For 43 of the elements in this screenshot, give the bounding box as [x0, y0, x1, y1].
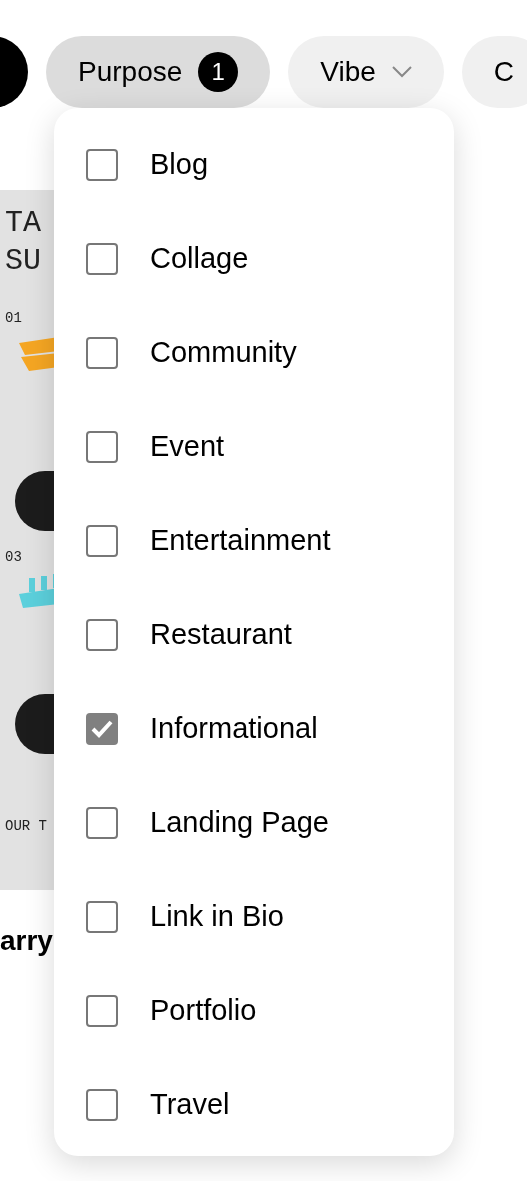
- checkbox[interactable]: [86, 1089, 118, 1121]
- option-label: Travel: [150, 1087, 230, 1123]
- checkbox[interactable]: [86, 243, 118, 275]
- menu-option[interactable]: Restaurant: [54, 588, 454, 682]
- checkbox[interactable]: [86, 525, 118, 557]
- menu-option[interactable]: Portfolio: [54, 964, 454, 1058]
- card-heading: TA: [5, 205, 42, 242]
- checkbox[interactable]: [86, 431, 118, 463]
- checkbox[interactable]: [86, 619, 118, 651]
- menu-option[interactable]: Community: [54, 306, 454, 400]
- caption: arry: [0, 924, 54, 958]
- filter-button[interactable]: Vibe: [288, 36, 444, 108]
- option-label: Community: [150, 335, 297, 371]
- menu-option[interactable]: Travel: [54, 1058, 454, 1152]
- filter-button[interactable]: Purpose 1: [46, 36, 271, 108]
- menu-option[interactable]: Blog: [54, 118, 454, 212]
- checkbox[interactable]: [86, 995, 118, 1027]
- filter-button[interactable]: C: [461, 36, 527, 108]
- count-badge: 1: [198, 52, 239, 92]
- option-label: Restaurant: [150, 617, 292, 653]
- option-label: Landing Page: [150, 805, 329, 841]
- chevron-down-icon: [391, 66, 412, 78]
- card-number: 03: [5, 548, 23, 567]
- checkbox[interactable]: [86, 149, 118, 181]
- menu-option[interactable]: Informational: [54, 682, 454, 776]
- checkbox[interactable]: [86, 807, 118, 839]
- option-label: Blog: [150, 147, 209, 183]
- option-label: Entertainment: [150, 523, 331, 559]
- card-heading: SU: [5, 243, 42, 280]
- checkbox[interactable]: [86, 337, 118, 369]
- option-label: Link in Bio: [150, 899, 284, 935]
- menu-option[interactable]: Entertainment: [54, 494, 454, 588]
- option-label: Informational: [150, 711, 318, 747]
- menu-option[interactable]: Collage: [54, 212, 454, 306]
- checkbox[interactable]: [86, 901, 118, 933]
- option-label: Event: [150, 429, 225, 465]
- checkmark-icon: [91, 720, 113, 738]
- checkbox[interactable]: [86, 713, 118, 745]
- menu-option[interactable]: Event: [54, 400, 454, 494]
- option-label: Collage: [150, 241, 249, 277]
- menu-option[interactable]: Link in Bio: [54, 870, 454, 964]
- option-label: Portfolio: [150, 993, 257, 1029]
- card-number: 01: [5, 309, 23, 328]
